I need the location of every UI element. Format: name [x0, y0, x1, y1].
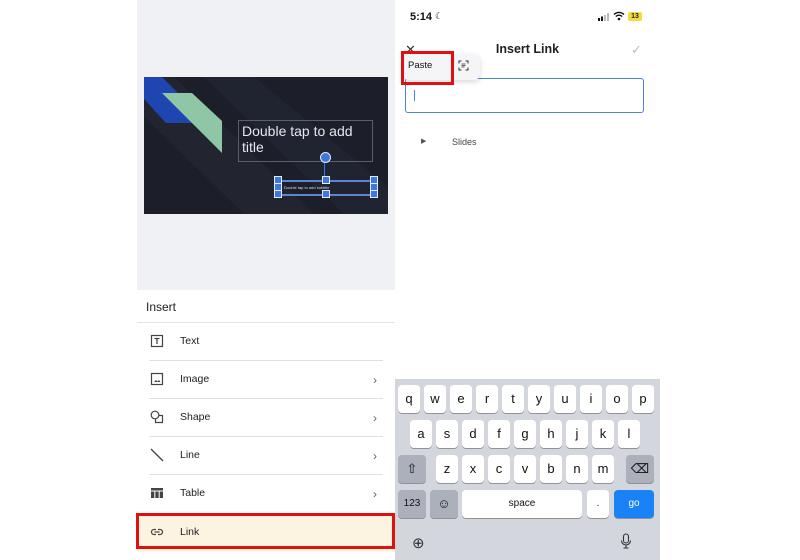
key-q[interactable]: q — [398, 385, 420, 413]
resize-handle-bottom-left[interactable] — [274, 190, 282, 198]
status-time: 5:14 — [410, 11, 433, 23]
chevron-right-icon: › — [373, 487, 377, 501]
subtitle-placeholder-box[interactable]: Double tap to add subtitle — [274, 176, 378, 198]
chevron-right-icon: › — [373, 449, 377, 463]
key-g[interactable]: g — [514, 420, 536, 448]
cellular-signal-icon — [598, 13, 609, 21]
slide-canvas-area: Double tap to add title Double tap to ad… — [137, 0, 395, 290]
title-placeholder-box[interactable]: Double tap to add title — [238, 120, 373, 162]
insert-item-shape[interactable]: Shape › — [137, 399, 395, 437]
insert-link-screen: 5:14 ☾ 13 ✕ Insert Link ✓ Paste ▶ Slides… — [395, 0, 660, 560]
key-o[interactable]: o — [606, 385, 628, 413]
link-highlight-annotation — [136, 513, 395, 549]
insert-item-label: Shape — [180, 411, 211, 423]
period-key[interactable]: . — [587, 490, 609, 518]
insert-sheet-header: Insert — [146, 300, 177, 314]
globe-icon[interactable]: ⊕ — [412, 534, 425, 552]
key-c[interactable]: c — [488, 455, 510, 483]
key-t[interactable]: t — [502, 385, 524, 413]
key-n[interactable]: n — [566, 455, 588, 483]
paste-highlight-annotation — [401, 51, 454, 85]
resize-handle-bottom-right[interactable] — [370, 190, 378, 198]
expand-arrow-icon[interactable]: ▶ — [421, 137, 426, 145]
key-r[interactable]: r — [476, 385, 498, 413]
insert-item-label: Table — [180, 487, 206, 499]
slides-editor-panel: Double tap to add title Double tap to ad… — [136, 0, 395, 560]
key-i[interactable]: i — [580, 385, 602, 413]
image-icon — [150, 372, 164, 386]
slide-thumbnail[interactable]: Double tap to add title Double tap to ad… — [144, 77, 388, 214]
key-a[interactable]: a — [410, 420, 432, 448]
chevron-right-icon: › — [373, 411, 377, 425]
insert-sheet: Insert Text Image › Shape › Line › Table… — [136, 290, 395, 560]
insert-item-text[interactable]: Text — [137, 323, 395, 361]
key-y[interactable]: y — [528, 385, 550, 413]
table-icon — [151, 488, 163, 498]
text-box-icon — [150, 334, 164, 348]
key-u[interactable]: u — [554, 385, 576, 413]
battery-indicator: 13 — [628, 12, 642, 21]
key-x[interactable]: x — [462, 455, 484, 483]
insert-item-label: Line — [180, 449, 200, 461]
scan-text-icon[interactable] — [458, 60, 469, 71]
slides-section-label[interactable]: Slides — [452, 137, 477, 147]
key-j[interactable]: j — [566, 420, 588, 448]
key-e[interactable]: e — [450, 385, 472, 413]
insert-item-line[interactable]: Line › — [137, 437, 395, 475]
rotation-handle[interactable] — [320, 152, 331, 163]
backspace-key[interactable]: ⌫ — [626, 455, 654, 483]
key-w[interactable]: w — [424, 385, 446, 413]
resize-handle-bottom[interactable] — [322, 190, 330, 198]
insert-item-label: Image — [180, 373, 210, 385]
key-d[interactable]: d — [462, 420, 484, 448]
resize-handle-top[interactable] — [322, 176, 330, 184]
key-b[interactable]: b — [540, 455, 562, 483]
key-s[interactable]: s — [436, 420, 458, 448]
insert-item-label: Text — [180, 335, 200, 347]
space-key[interactable]: space — [462, 490, 582, 518]
insert-item-image[interactable]: Image › — [137, 361, 395, 399]
on-screen-keyboard: q w e r t y u i o p a s d f g h j k l ⇧ … — [395, 379, 660, 560]
key-p[interactable]: p — [632, 385, 654, 413]
key-z[interactable]: z — [436, 455, 458, 483]
key-h[interactable]: h — [540, 420, 562, 448]
insert-item-table[interactable]: Table › — [137, 475, 395, 513]
title-placeholder-text: Double tap to add title — [242, 123, 353, 155]
chevron-right-icon: › — [373, 373, 377, 387]
moon-icon: ☾ — [435, 11, 444, 21]
microphone-icon[interactable] — [620, 533, 632, 549]
wifi-icon — [613, 11, 625, 21]
key-m[interactable]: m — [592, 455, 614, 483]
key-f[interactable]: f — [488, 420, 510, 448]
line-icon — [150, 448, 164, 462]
shape-icon — [150, 410, 164, 424]
key-v[interactable]: v — [514, 455, 536, 483]
shift-key[interactable]: ⇧ — [398, 455, 426, 483]
confirm-check-icon[interactable]: ✓ — [631, 42, 642, 58]
key-k[interactable]: k — [592, 420, 614, 448]
emoji-key[interactable]: ☺ — [430, 490, 458, 518]
text-cursor — [414, 90, 415, 101]
key-l[interactable]: l — [618, 420, 640, 448]
go-key[interactable]: go — [614, 490, 654, 518]
numbers-key[interactable]: 123 — [398, 490, 426, 518]
